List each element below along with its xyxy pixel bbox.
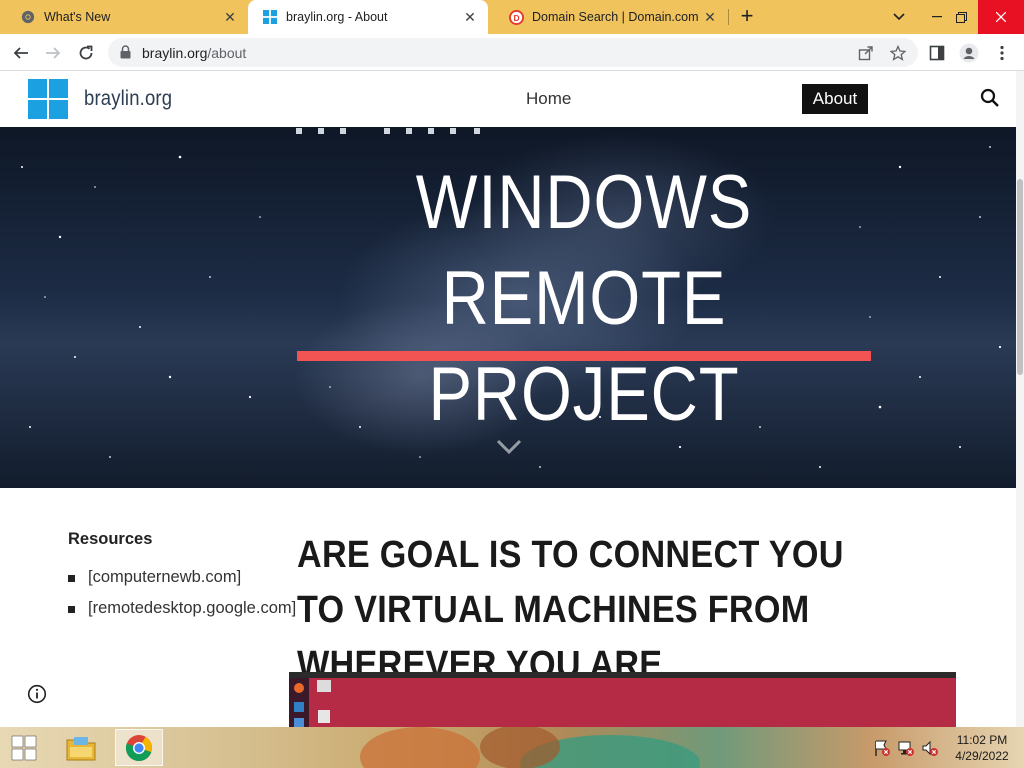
web-page: braylin.org Home About WINDOWS REMOTE PR…: [0, 71, 1016, 727]
resource-link-computernewb[interactable]: [computernewb.com]: [68, 562, 268, 593]
embedded-taskbar-strip: [296, 128, 480, 134]
forward-arrow-icon[interactable]: [40, 40, 66, 66]
info-icon[interactable]: [27, 684, 47, 704]
tab-domain-search[interactable]: D Domain Search | Domain.com ✕: [488, 0, 728, 34]
profile-avatar-icon[interactable]: [956, 40, 982, 66]
nav-about-link[interactable]: About: [802, 84, 868, 114]
tab-title: Domain Search | Domain.com: [532, 10, 699, 24]
scrollbar-thumb[interactable]: [1017, 179, 1023, 375]
start-button[interactable]: [0, 727, 48, 768]
chrome-icon: [20, 9, 36, 25]
site-name[interactable]: braylin.org: [84, 87, 172, 111]
resources-heading: Resources: [68, 530, 153, 548]
windows-start-icon: [11, 735, 37, 760]
clock-time: 11:02 PM: [956, 733, 1008, 747]
folder-icon: [66, 736, 96, 760]
tab-title: braylin.org - About: [286, 10, 388, 24]
url-host: braylin.org: [142, 45, 208, 61]
scroll-down-chevron-icon[interactable]: [496, 439, 522, 455]
search-icon[interactable]: [980, 88, 1002, 110]
clock-date: 4/29/2022: [955, 749, 1009, 763]
ubuntu-desktop-screenshot: [289, 672, 956, 727]
chrome-taskbar-button[interactable]: [115, 729, 163, 766]
tab-braylin-about[interactable]: braylin.org - About ✕: [248, 0, 488, 34]
taskbar-clock[interactable]: 11:02 PM 4/29/2022: [950, 732, 1014, 764]
more-menu-icon[interactable]: [989, 40, 1015, 66]
nav-home-link[interactable]: Home: [526, 89, 571, 109]
tab-search-chevron-icon[interactable]: [882, 0, 916, 34]
action-center-flag-icon[interactable]: [873, 739, 891, 757]
windows-logo-icon: [262, 9, 278, 25]
tab-separator: [728, 9, 729, 25]
windows-taskbar: 11:02 PM 4/29/2022: [0, 727, 1024, 768]
back-arrow-icon[interactable]: [8, 40, 34, 66]
bookmark-star-icon[interactable]: [888, 43, 908, 63]
url-path: /about: [207, 45, 247, 61]
hero-banner: WINDOWS REMOTE PROJECT: [0, 127, 1016, 488]
resource-link-remotedesktop[interactable]: [remotedesktop.google.com]: [68, 593, 296, 624]
hero-title: WINDOWS REMOTE PROJECT: [415, 160, 753, 437]
tab-title: What's New: [44, 10, 111, 24]
screenshot-desktop-icons: [317, 680, 331, 723]
screenshot-topbar: [289, 672, 956, 678]
chrome-icon: [125, 734, 152, 761]
tab-strip: What's New ✕ braylin.org - About ✕ D Dom…: [0, 0, 1024, 34]
side-panel-icon[interactable]: [924, 40, 950, 66]
reload-icon[interactable]: [73, 40, 99, 66]
volume-muted-icon[interactable]: [921, 739, 939, 757]
new-tab-button[interactable]: +: [736, 5, 758, 28]
close-tab-icon[interactable]: ✕: [462, 9, 478, 25]
svg-text:D: D: [513, 12, 519, 22]
browser-toolbar: braylin.org/about: [0, 34, 1024, 71]
address-bar[interactable]: braylin.org/about: [108, 38, 918, 67]
share-icon[interactable]: [856, 43, 876, 63]
domain-com-icon: D: [508, 9, 524, 25]
screenshot-dock: [289, 678, 309, 727]
page-scrollbar[interactable]: [1016, 71, 1024, 727]
close-tab-icon[interactable]: ✕: [222, 9, 238, 25]
url-text: braylin.org/about: [142, 45, 246, 61]
restore-button[interactable]: [944, 0, 978, 34]
hero-accent-bar: [297, 351, 871, 361]
close-window-button[interactable]: [978, 0, 1024, 34]
main-heading: ARE GOAL IS TO CONNECT YOU TO VIRTUAL MA…: [297, 534, 844, 686]
close-tab-icon[interactable]: ✕: [702, 9, 718, 25]
site-logo-windows-icon[interactable]: [28, 79, 68, 119]
lock-icon[interactable]: [120, 45, 131, 64]
site-header: braylin.org Home About: [0, 71, 1016, 127]
wallpaper-shapes: [360, 727, 700, 768]
resources-list: [computernewb.com] [remotedesktop.google…: [68, 562, 296, 624]
file-explorer-taskbar-button[interactable]: [57, 729, 105, 766]
network-icon[interactable]: [897, 739, 915, 757]
tab-whats-new[interactable]: What's New ✕: [0, 0, 248, 34]
